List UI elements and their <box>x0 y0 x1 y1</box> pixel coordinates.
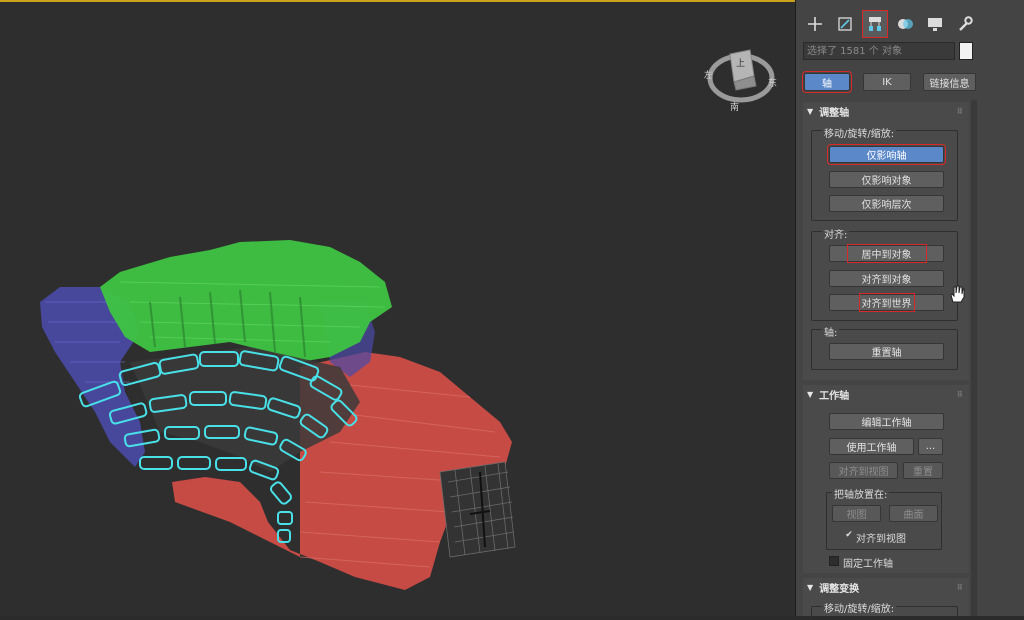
adjust-transform-title: 调整变换 <box>819 583 860 595</box>
lock-working-pivot-label: 固定工作轴 <box>843 559 893 570</box>
place-pivot-label: 把轴放置在: <box>832 486 890 501</box>
align-to-view-checkbox[interactable]: ✔ <box>844 531 854 541</box>
pivot-label: 轴: <box>822 324 840 339</box>
edit-working-pivot-button[interactable]: 编辑工作轴 <box>829 413 944 430</box>
panel-scrollbar[interactable] <box>971 100 977 616</box>
affect-hierarchy-only-button[interactable]: 仅影响层次 <box>829 195 944 212</box>
working-pivot-title: 工作轴 <box>819 390 850 402</box>
center-to-object-button[interactable]: 居中到对象 <box>829 244 944 263</box>
place-view-button[interactable]: 视图 <box>832 505 881 522</box>
working-pivot-header[interactable]: ▼ 工作轴 ⠿ <box>803 385 969 403</box>
align-to-world-label: 对齐到世界 <box>858 293 915 312</box>
adjust-pivot-header[interactable]: ▼ 调整轴 ⠿ <box>803 102 969 120</box>
tab-display[interactable] <box>922 10 948 38</box>
display-icon <box>928 18 942 31</box>
scene-objects[interactable] <box>0 2 795 616</box>
grip-icon: ⠿ <box>956 389 963 399</box>
grip-icon: ⠿ <box>956 106 963 116</box>
grip-icon: ⠿ <box>956 582 963 592</box>
align-to-world-button[interactable]: 对齐到世界 <box>829 293 944 312</box>
lock-working-pivot-checkbox[interactable] <box>829 556 839 566</box>
alignment-label: 对齐: <box>822 226 850 241</box>
green-object-group[interactable] <box>100 240 392 362</box>
viewcube[interactable]: 上 左 东 南 <box>704 46 778 113</box>
viewcube-left-label: 左 <box>704 71 714 81</box>
affect-pivot-only-button[interactable]: 仅影响轴 <box>827 144 946 165</box>
move-rotate-scale-label: 移动/旋转/缩放: <box>822 125 897 140</box>
command-panel-tabs <box>796 10 1024 40</box>
viewcube-bottom-label: 南 <box>730 103 740 113</box>
align-to-view-check-label: 对齐到视图 <box>856 534 906 545</box>
affect-object-only-button[interactable]: 仅影响对象 <box>829 171 944 188</box>
align-to-object-button[interactable]: 对齐到对象 <box>829 270 944 287</box>
home-grid <box>439 461 516 558</box>
working-pivot-options-button[interactable]: ... <box>918 438 943 455</box>
collapse-arrow-icon: ▼ <box>807 582 814 592</box>
tab-motion[interactable] <box>892 10 918 38</box>
modify-icon <box>838 17 852 31</box>
viewcube-right-label: 东 <box>768 79 778 89</box>
motion-icon <box>898 19 913 29</box>
link-info-button[interactable]: 链接信息 <box>923 73 976 91</box>
center-to-object-label: 居中到对象 <box>846 244 927 263</box>
utilities-wrench-icon <box>959 16 973 31</box>
adjust-transform-header[interactable]: ▼ 调整变换 ⠿ <box>803 578 969 596</box>
selection-name-field[interactable]: 选择了 1581 个 对象 <box>803 42 955 60</box>
hand-cursor-icon <box>950 285 965 303</box>
tab-create[interactable] <box>802 10 828 38</box>
object-color-swatch[interactable] <box>959 42 973 60</box>
viewcube-top-label: 上 <box>736 59 746 69</box>
perspective-viewport[interactable]: 上 左 东 南 <box>0 0 795 616</box>
use-working-pivot-button[interactable]: 使用工作轴 <box>829 438 914 455</box>
hierarchy-icon <box>869 17 881 31</box>
create-plus-icon <box>808 17 822 31</box>
collapse-arrow-icon: ▼ <box>807 106 814 116</box>
align-to-view-button[interactable]: 对齐到视图 <box>829 462 898 479</box>
pivot-button[interactable]: 轴 <box>802 71 852 93</box>
tab-utilities[interactable] <box>952 10 978 38</box>
tab-modify[interactable] <box>832 10 858 38</box>
reset-pivot-button[interactable]: 重置轴 <box>829 343 944 360</box>
reset-working-pivot-button[interactable]: 重置 <box>903 462 943 479</box>
viewcube-icon <box>707 49 775 103</box>
collapse-arrow-icon: ▼ <box>807 389 814 399</box>
place-surface-button[interactable]: 曲面 <box>889 505 938 522</box>
transform-move-label: 移动/旋转/缩放: <box>822 600 897 615</box>
adjust-pivot-title: 调整轴 <box>819 107 850 119</box>
ik-button[interactable]: IK <box>863 73 911 91</box>
tab-hierarchy[interactable] <box>862 10 888 38</box>
